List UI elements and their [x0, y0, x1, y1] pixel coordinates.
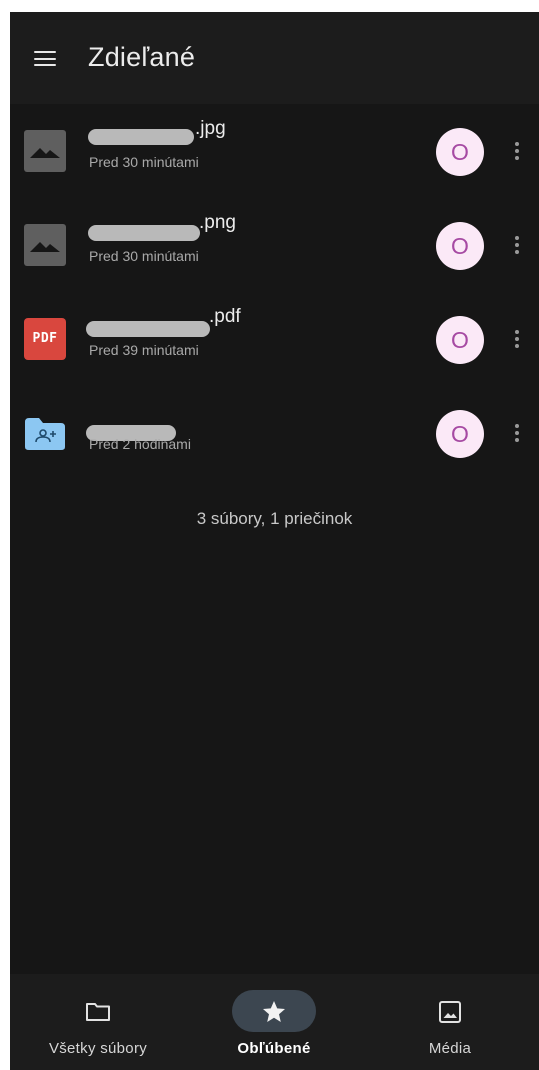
file-row[interactable]: .jpg Pred 30 minútami O: [10, 104, 539, 198]
file-name-extension: .pdf: [209, 306, 241, 327]
nav-favorites[interactable]: Obľúbené: [186, 974, 362, 1070]
file-row[interactable]: .png Pred 30 minútami O: [10, 198, 539, 292]
shared-folder-icon: [23, 416, 67, 452]
nav-label: Všetky súbory: [48, 1040, 148, 1057]
file-row[interactable]: PDF .pdf Pred 39 minútami O: [10, 292, 539, 386]
owner-avatar[interactable]: O: [436, 316, 484, 364]
more-options-icon[interactable]: [506, 234, 526, 258]
folder-modified-time: Pred 2 hodinami: [89, 436, 191, 452]
nav-media[interactable]: Média: [362, 974, 538, 1070]
redacted-filename: [88, 225, 200, 241]
redacted-filename: [86, 321, 210, 337]
menu-icon[interactable]: [34, 51, 56, 67]
pdf-icon: PDF: [24, 318, 66, 360]
owner-avatar[interactable]: O: [436, 128, 484, 176]
app-screen: Zdieľané .jpg Pred 30 minútami O .png Pr…: [10, 12, 539, 1070]
owner-avatar[interactable]: O: [436, 222, 484, 270]
star-icon: [263, 1001, 285, 1022]
more-options-icon[interactable]: [506, 422, 526, 446]
nav-label: Média: [428, 1040, 472, 1057]
more-options-icon[interactable]: [506, 328, 526, 352]
image-icon: [24, 224, 66, 266]
bottom-navigation: Všetky súbory Obľúbené Média: [10, 974, 539, 1070]
top-app-bar: Zdieľané: [10, 12, 539, 104]
folder-icon: [86, 1003, 110, 1021]
owner-avatar[interactable]: O: [436, 410, 484, 458]
nav-all-files[interactable]: Všetky súbory: [10, 974, 186, 1070]
redacted-filename: [88, 129, 194, 145]
file-count-summary: 3 súbory, 1 priečinok: [196, 509, 353, 528]
page-title: Zdieľané: [88, 42, 196, 72]
file-modified-time: Pred 30 minútami: [89, 154, 199, 170]
more-options-icon[interactable]: [506, 140, 526, 164]
image-icon: [24, 130, 66, 172]
file-modified-time: Pred 39 minútami: [89, 342, 199, 358]
folder-row[interactable]: Pred 2 hodinami O: [10, 386, 539, 480]
nav-label: Obľúbené: [237, 1040, 311, 1057]
image-icon: [439, 1001, 461, 1023]
file-modified-time: Pred 30 minútami: [89, 248, 199, 264]
file-name-extension: .jpg: [195, 118, 226, 139]
file-name-extension: .png: [199, 212, 236, 233]
